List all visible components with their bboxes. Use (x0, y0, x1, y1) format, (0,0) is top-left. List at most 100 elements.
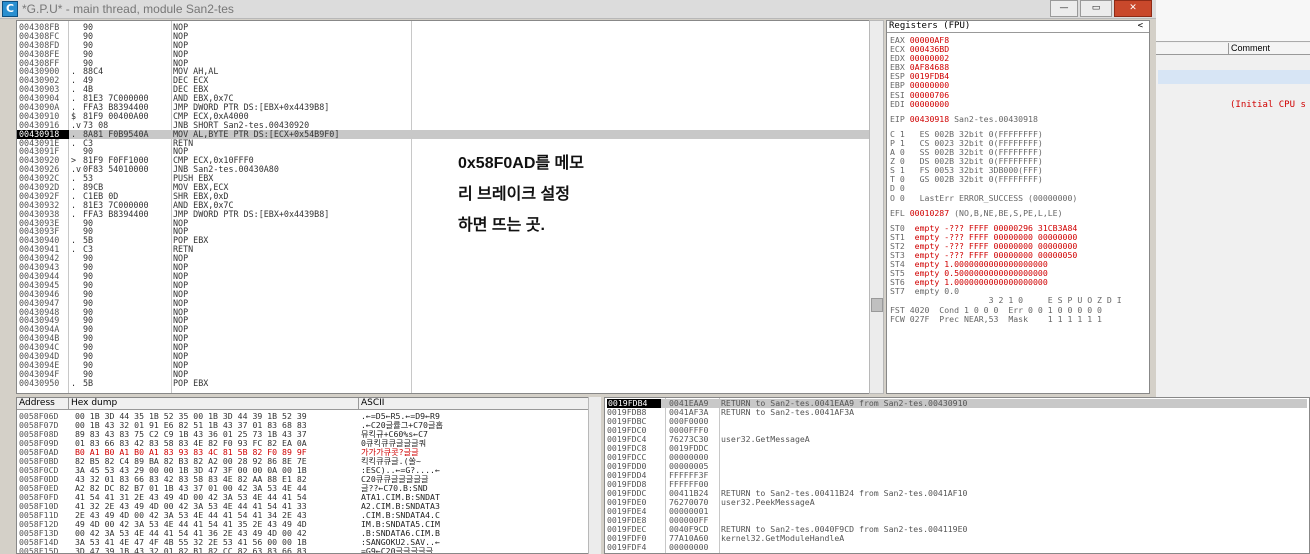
stack-row[interactable]: 0019FDEC 0040F9CD RETURN to San2-tes.0040F… (607, 525, 1307, 534)
background-initial-text: (Initial CPU s (1230, 100, 1306, 110)
disasm-row[interactable]: 004308FD 90 NOP (19, 40, 883, 50)
disasm-marker: . (71, 208, 77, 219)
disasm-row[interactable]: 00430938. FFA3 B8394400 JMP DWORD PTR DS:[… (19, 208, 883, 219)
disasm-row[interactable]: 0043093F 90 NOP (19, 227, 883, 236)
disasm-row[interactable]: 00430902. 49 DEC ECX (19, 76, 883, 85)
stack-address: 0019FDF4 (607, 542, 647, 552)
dump-row[interactable]: 0058F15D 3D 47 39 1B 43 32 01 82 B1 82 CC… (19, 547, 599, 554)
stack-row[interactable]: 0019FDB8 0041AF3A RETURN to San2-tes.0041A… (607, 408, 1307, 417)
scrollbar-thumb[interactable] (871, 298, 883, 312)
disasm-row[interactable]: 004308FF 90 NOP (19, 58, 883, 68)
disasm-row[interactable]: 00430950. 5B POP EBX (19, 377, 883, 388)
stack-pane[interactable]: 0019FDB4 0041EAA9 RETURN to San2-tes.0041E… (604, 397, 1310, 554)
register-line[interactable]: EIP 00430918 San2-tes.00430918 (890, 113, 1122, 124)
disassembly-scrollbar[interactable] (869, 20, 884, 394)
disasm-row[interactable]: 00430910 $81F9 00400A00 CMP ECX,0xA4000 (19, 112, 883, 121)
register-label: FCW (890, 313, 905, 324)
stack-row[interactable]: 0019FDCC 00000000 (607, 453, 1307, 462)
disasm-row[interactable]: 00430926 .v 0F83 54010000 JNB San2-tes.0043… (19, 165, 883, 174)
registers-title: Registers (FPU) (889, 21, 971, 31)
disasm-row[interactable]: 00430900. 88C4 MOV AH,AL (19, 67, 883, 76)
background-column-header (1156, 43, 1228, 55)
stack-rows: 0019FDB4 0041EAA9 RETURN to San2-tes.0041E… (607, 399, 1307, 552)
register-line[interactable]: FCW 027F Prec NEAR,53 Mask 1 1 1 1 1 1 (890, 313, 1122, 324)
stack-row[interactable]: 0019FDF4 00000000 (607, 543, 1307, 552)
disasm-row[interactable]: 0043091F 90 NOP (19, 147, 883, 156)
disasm-row[interactable]: 00430949 90 NOP (19, 316, 883, 325)
disasm-row[interactable]: 00430918. 8A81 F0B9540A MOV AL,BYTE PTR DS… (17, 129, 883, 139)
register-value: 00000000 (909, 98, 950, 109)
disasm-row[interactable]: 00430943 90 NOP (19, 263, 883, 272)
disasm-row[interactable]: 00430944 90 NOP (19, 272, 883, 281)
stack-row[interactable]: 0019FDC0 0000FFF0 (607, 426, 1307, 435)
dump-hex: 3D 47 39 1B 43 32 01 82 B1 82 CC 82 63 8… (75, 546, 307, 554)
register-extra: (NO,B,NE,BE,S,PE,L,LE) (949, 207, 1063, 218)
background-comment-header[interactable]: Comment (1228, 43, 1310, 55)
disasm-row[interactable]: 00430947 90 NOP (19, 298, 883, 308)
register-line[interactable]: O 0 LastErr ERROR_SUCCESS (00000000) (890, 192, 1122, 203)
disasm-row[interactable]: 00430940. 5B POP EBX (19, 236, 883, 245)
disasm-row[interactable]: 0043094B 90 NOP (19, 334, 883, 343)
minimize-button[interactable]: — (1050, 0, 1078, 17)
dump-address-header[interactable]: Address (17, 398, 69, 410)
register-label: EDI (890, 98, 905, 109)
disasm-row[interactable]: 00430904. 81E3 7C000000 AND EBX,0x7C (19, 94, 883, 103)
disasm-row[interactable]: 00430941. C3 RETN (19, 245, 883, 254)
disasm-row[interactable]: 004308FB 90 NOP (19, 23, 883, 32)
disasm-row[interactable]: 0043094A 90 NOP (19, 325, 883, 334)
dump-scrollbar[interactable] (588, 397, 601, 554)
disasm-row[interactable]: 00430942 90 NOP (19, 254, 883, 263)
stack-row[interactable]: 0019FDBC 000F0000 (607, 417, 1307, 426)
register-extra: GS 002B 32bit 0(FFFFFFFF) (909, 174, 1043, 185)
dump-hex-header[interactable]: Hex dump (69, 398, 359, 410)
disasm-row[interactable]: 00430946 90 NOP (19, 289, 883, 299)
annotation-line: 0x58F0AD를 메모 (458, 155, 584, 172)
close-button[interactable]: ✕ (1114, 0, 1152, 17)
stack-row[interactable]: 0019FDB4 0041EAA9 RETURN to San2-tes.0041E… (607, 399, 1307, 408)
stack-row[interactable]: 0019FDE4 00000001 (607, 507, 1307, 516)
registers-header[interactable]: Registers (FPU) < (887, 21, 1149, 33)
disasm-row[interactable]: 00430948 90 NOP (19, 307, 883, 317)
disasm-row[interactable]: 004308FE 90 NOP (19, 49, 883, 59)
disasm-row[interactable]: 00430903. 4B DEC EBX (19, 85, 883, 94)
disasm-row[interactable]: 0043092F. C1EB 0D SHR EBX,0xD (19, 192, 883, 201)
stack-row[interactable]: 0019FDDC 00411B24 RETURN to San2-tes.00411… (607, 489, 1307, 498)
disasm-row[interactable]: 00430920 >81F9 F0FF1000 CMP ECX,0x10FFF0 (19, 156, 883, 165)
stack-row[interactable]: 0019FDF0 77A10A60 kernel32.GetModuleHandle… (607, 534, 1307, 543)
register-label: O 0 (890, 192, 905, 203)
disasm-row[interactable]: 0043094E 90 NOP (19, 360, 883, 370)
register-label: EIP (890, 113, 905, 124)
stack-comment: kernel32.GetModuleHandleA (721, 533, 845, 543)
disassembly-pane[interactable]: 004308FB 90 NOP 004308FC 90 NOP 004308FD 90 NOP 0… (16, 20, 884, 394)
disasm-row[interactable]: 0043094D 90 NOP (19, 352, 883, 361)
disasm-row[interactable]: 00430916 .v 73 08 JNB SHORT San2-tes.004309… (19, 120, 883, 130)
stack-value: 00000000 (669, 542, 709, 552)
register-value: 00430918 (909, 113, 950, 124)
register-line[interactable]: EFL 00010287 (NO,B,NE,BE,S,PE,L,LE) (890, 207, 1122, 218)
stack-row[interactable]: 0019FDC4 76273C30 user32.GetMessageA (607, 435, 1307, 444)
stack-row[interactable]: 0019FDD0 00000005 (607, 462, 1307, 471)
stack-row[interactable]: 0019FDE0 76270070 user32.PeekMessageA (607, 498, 1307, 507)
disasm-row[interactable]: 0043092D. 89CB MOV EBX,ECX (19, 183, 883, 192)
disasm-row[interactable]: 0043093E 90 NOP (19, 218, 883, 228)
disasm-row[interactable]: 0043092C. 53 PUSH EBX (19, 174, 883, 183)
disasm-row[interactable]: 00430932. 81E3 7C000000 AND EBX,0x7C (19, 200, 883, 210)
registers-pane[interactable]: Registers (FPU) < EAX 00000AF8 ECX 000436… (886, 20, 1150, 394)
disasm-row[interactable]: 0043091E. C3 RETN (19, 138, 883, 148)
dump-ascii-header[interactable]: ASCII (359, 398, 599, 410)
disasm-row[interactable]: 0043090A. FFA3 B8394400 JMP DWORD PTR DS:[… (19, 103, 883, 112)
disasm-row[interactable]: 004308FC 90 NOP (19, 31, 883, 41)
maximize-button[interactable]: ▭ (1080, 0, 1112, 17)
register-line[interactable]: T 0 GS 002B 32bit 0(FFFFFFFF) (890, 175, 1122, 184)
stack-row[interactable]: 0019FDD4 FFFFFF3F (607, 471, 1307, 480)
disasm-row[interactable]: 0043094C 90 NOP (19, 343, 883, 352)
disasm-row[interactable]: 00430945 90 NOP (19, 280, 883, 290)
register-line[interactable]: EDI 00000000 (890, 98, 1122, 109)
hex-dump-pane[interactable]: Address Hex dump ASCII 0058F06D 00 1B 3D … (16, 397, 600, 554)
chevron-left-icon[interactable]: < (1138, 21, 1143, 32)
dump-rows: 0058F06D 00 1B 3D 44 35 1B 52 35 00 1B 3D… (19, 412, 599, 554)
stack-row[interactable]: 0019FDC8 0019FDDC (607, 444, 1307, 453)
disasm-hex: 5B (83, 377, 94, 388)
annotation-line: 리 브레이크 설정 (458, 186, 570, 203)
disasm-row[interactable]: 0043094F 90 NOP (19, 369, 883, 379)
